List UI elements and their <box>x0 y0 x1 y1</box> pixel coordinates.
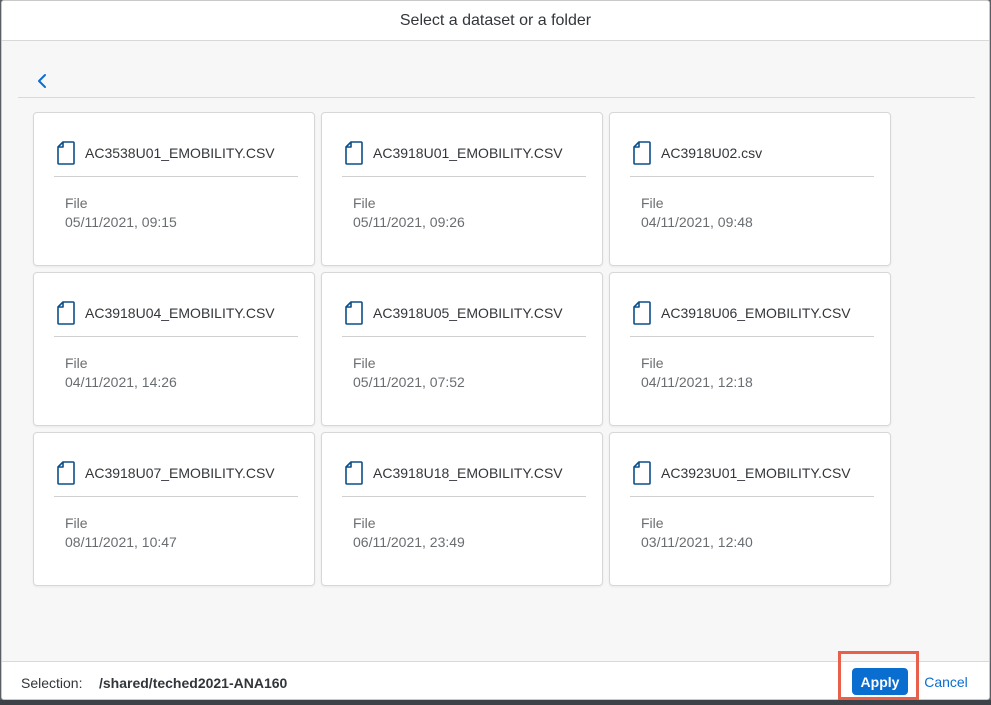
card-header: AC3918U05_EMOBILITY.CSV <box>342 301 586 337</box>
dataset-type: File <box>65 515 88 531</box>
dialog-title: Select a dataset or a folder <box>399 11 592 29</box>
dataset-name: AC3923U01_EMOBILITY.CSV <box>661 465 851 481</box>
back-button[interactable] <box>32 69 52 93</box>
card-header: AC3918U04_EMOBILITY.CSV <box>54 301 298 337</box>
dataset-card[interactable]: AC3918U05_EMOBILITY.CSV File 05/11/2021, 0… <box>321 272 603 426</box>
background-strip <box>0 700 991 705</box>
card-header: AC3918U06_EMOBILITY.CSV <box>630 301 874 337</box>
apply-button[interactable]: Apply <box>852 668 908 695</box>
document-icon <box>57 301 75 325</box>
document-icon <box>57 461 75 485</box>
selection-path: /shared/teched2021-ANA160 <box>99 675 288 691</box>
navigation-bar <box>18 61 975 98</box>
dialog-header: Select a dataset or a folder <box>2 1 989 41</box>
dataset-picker-dialog: Select a dataset or a folder AC3538U01_E… <box>1 0 990 700</box>
dataset-card[interactable]: AC3538U01_EMOBILITY.CSV File 05/11/2021, 0… <box>33 112 315 266</box>
dataset-modified-date: 05/11/2021, 07:52 <box>353 374 465 390</box>
dataset-type: File <box>65 355 88 371</box>
dataset-card[interactable]: AC3918U06_EMOBILITY.CSV File 04/11/2021, 1… <box>609 272 891 426</box>
dataset-modified-date: 05/11/2021, 09:15 <box>65 214 177 230</box>
chevron-left-icon <box>38 74 46 88</box>
dataset-modified-date: 04/11/2021, 14:26 <box>65 374 177 390</box>
card-header: AC3918U07_EMOBILITY.CSV <box>54 461 298 497</box>
dataset-name: AC3918U01_EMOBILITY.CSV <box>373 145 563 161</box>
dataset-card[interactable]: AC3918U01_EMOBILITY.CSV File 05/11/2021, 0… <box>321 112 603 266</box>
dataset-name: AC3918U02.csv <box>661 145 763 161</box>
dataset-card[interactable]: AC3918U02.csv File 04/11/2021, 09:48 <box>609 112 891 266</box>
card-header: AC3538U01_EMOBILITY.CSV <box>54 141 298 177</box>
dataset-card[interactable]: AC3918U18_EMOBILITY.CSV File 06/11/2021, 2… <box>321 432 603 586</box>
document-icon <box>345 461 363 485</box>
card-header: AC3923U01_EMOBILITY.CSV <box>630 461 874 497</box>
dataset-card[interactable]: AC3918U04_EMOBILITY.CSV File 04/11/2021, 1… <box>33 272 315 426</box>
dataset-modified-date: 05/11/2021, 09:26 <box>353 214 465 230</box>
dataset-modified-date: 04/11/2021, 09:48 <box>641 214 753 230</box>
dataset-type: File <box>353 515 376 531</box>
document-icon <box>57 141 75 165</box>
dataset-modified-date: 04/11/2021, 12:18 <box>641 374 753 390</box>
dataset-name: AC3918U18_EMOBILITY.CSV <box>373 465 563 481</box>
dataset-card[interactable]: AC3923U01_EMOBILITY.CSV File 03/11/2021, 1… <box>609 432 891 586</box>
cancel-button[interactable]: Cancel <box>920 668 972 695</box>
dataset-type: File <box>641 515 664 531</box>
dataset-name: AC3918U04_EMOBILITY.CSV <box>85 305 275 321</box>
dataset-type: File <box>353 355 376 371</box>
dataset-name: AC3918U06_EMOBILITY.CSV <box>661 305 851 321</box>
dataset-modified-date: 03/11/2021, 12:40 <box>641 534 753 550</box>
dataset-name: AC3538U01_EMOBILITY.CSV <box>85 145 275 161</box>
dataset-type: File <box>65 195 88 211</box>
card-header: AC3918U18_EMOBILITY.CSV <box>342 461 586 497</box>
dataset-modified-date: 08/11/2021, 10:47 <box>65 534 177 550</box>
card-header: AC3918U01_EMOBILITY.CSV <box>342 141 586 177</box>
dataset-type: File <box>641 355 664 371</box>
document-icon <box>633 301 651 325</box>
dataset-name: AC3918U07_EMOBILITY.CSV <box>85 465 275 481</box>
document-icon <box>345 301 363 325</box>
dataset-modified-date: 06/11/2021, 23:49 <box>353 534 465 550</box>
card-header: AC3918U02.csv <box>630 141 874 177</box>
document-icon <box>633 461 651 485</box>
dataset-type: File <box>641 195 664 211</box>
document-icon <box>633 141 651 165</box>
dataset-type: File <box>353 195 376 211</box>
dataset-name: AC3918U05_EMOBILITY.CSV <box>373 305 563 321</box>
dataset-card[interactable]: AC3918U07_EMOBILITY.CSV File 08/11/2021, 1… <box>33 432 315 586</box>
selection-label: Selection: <box>21 675 83 691</box>
document-icon <box>345 141 363 165</box>
